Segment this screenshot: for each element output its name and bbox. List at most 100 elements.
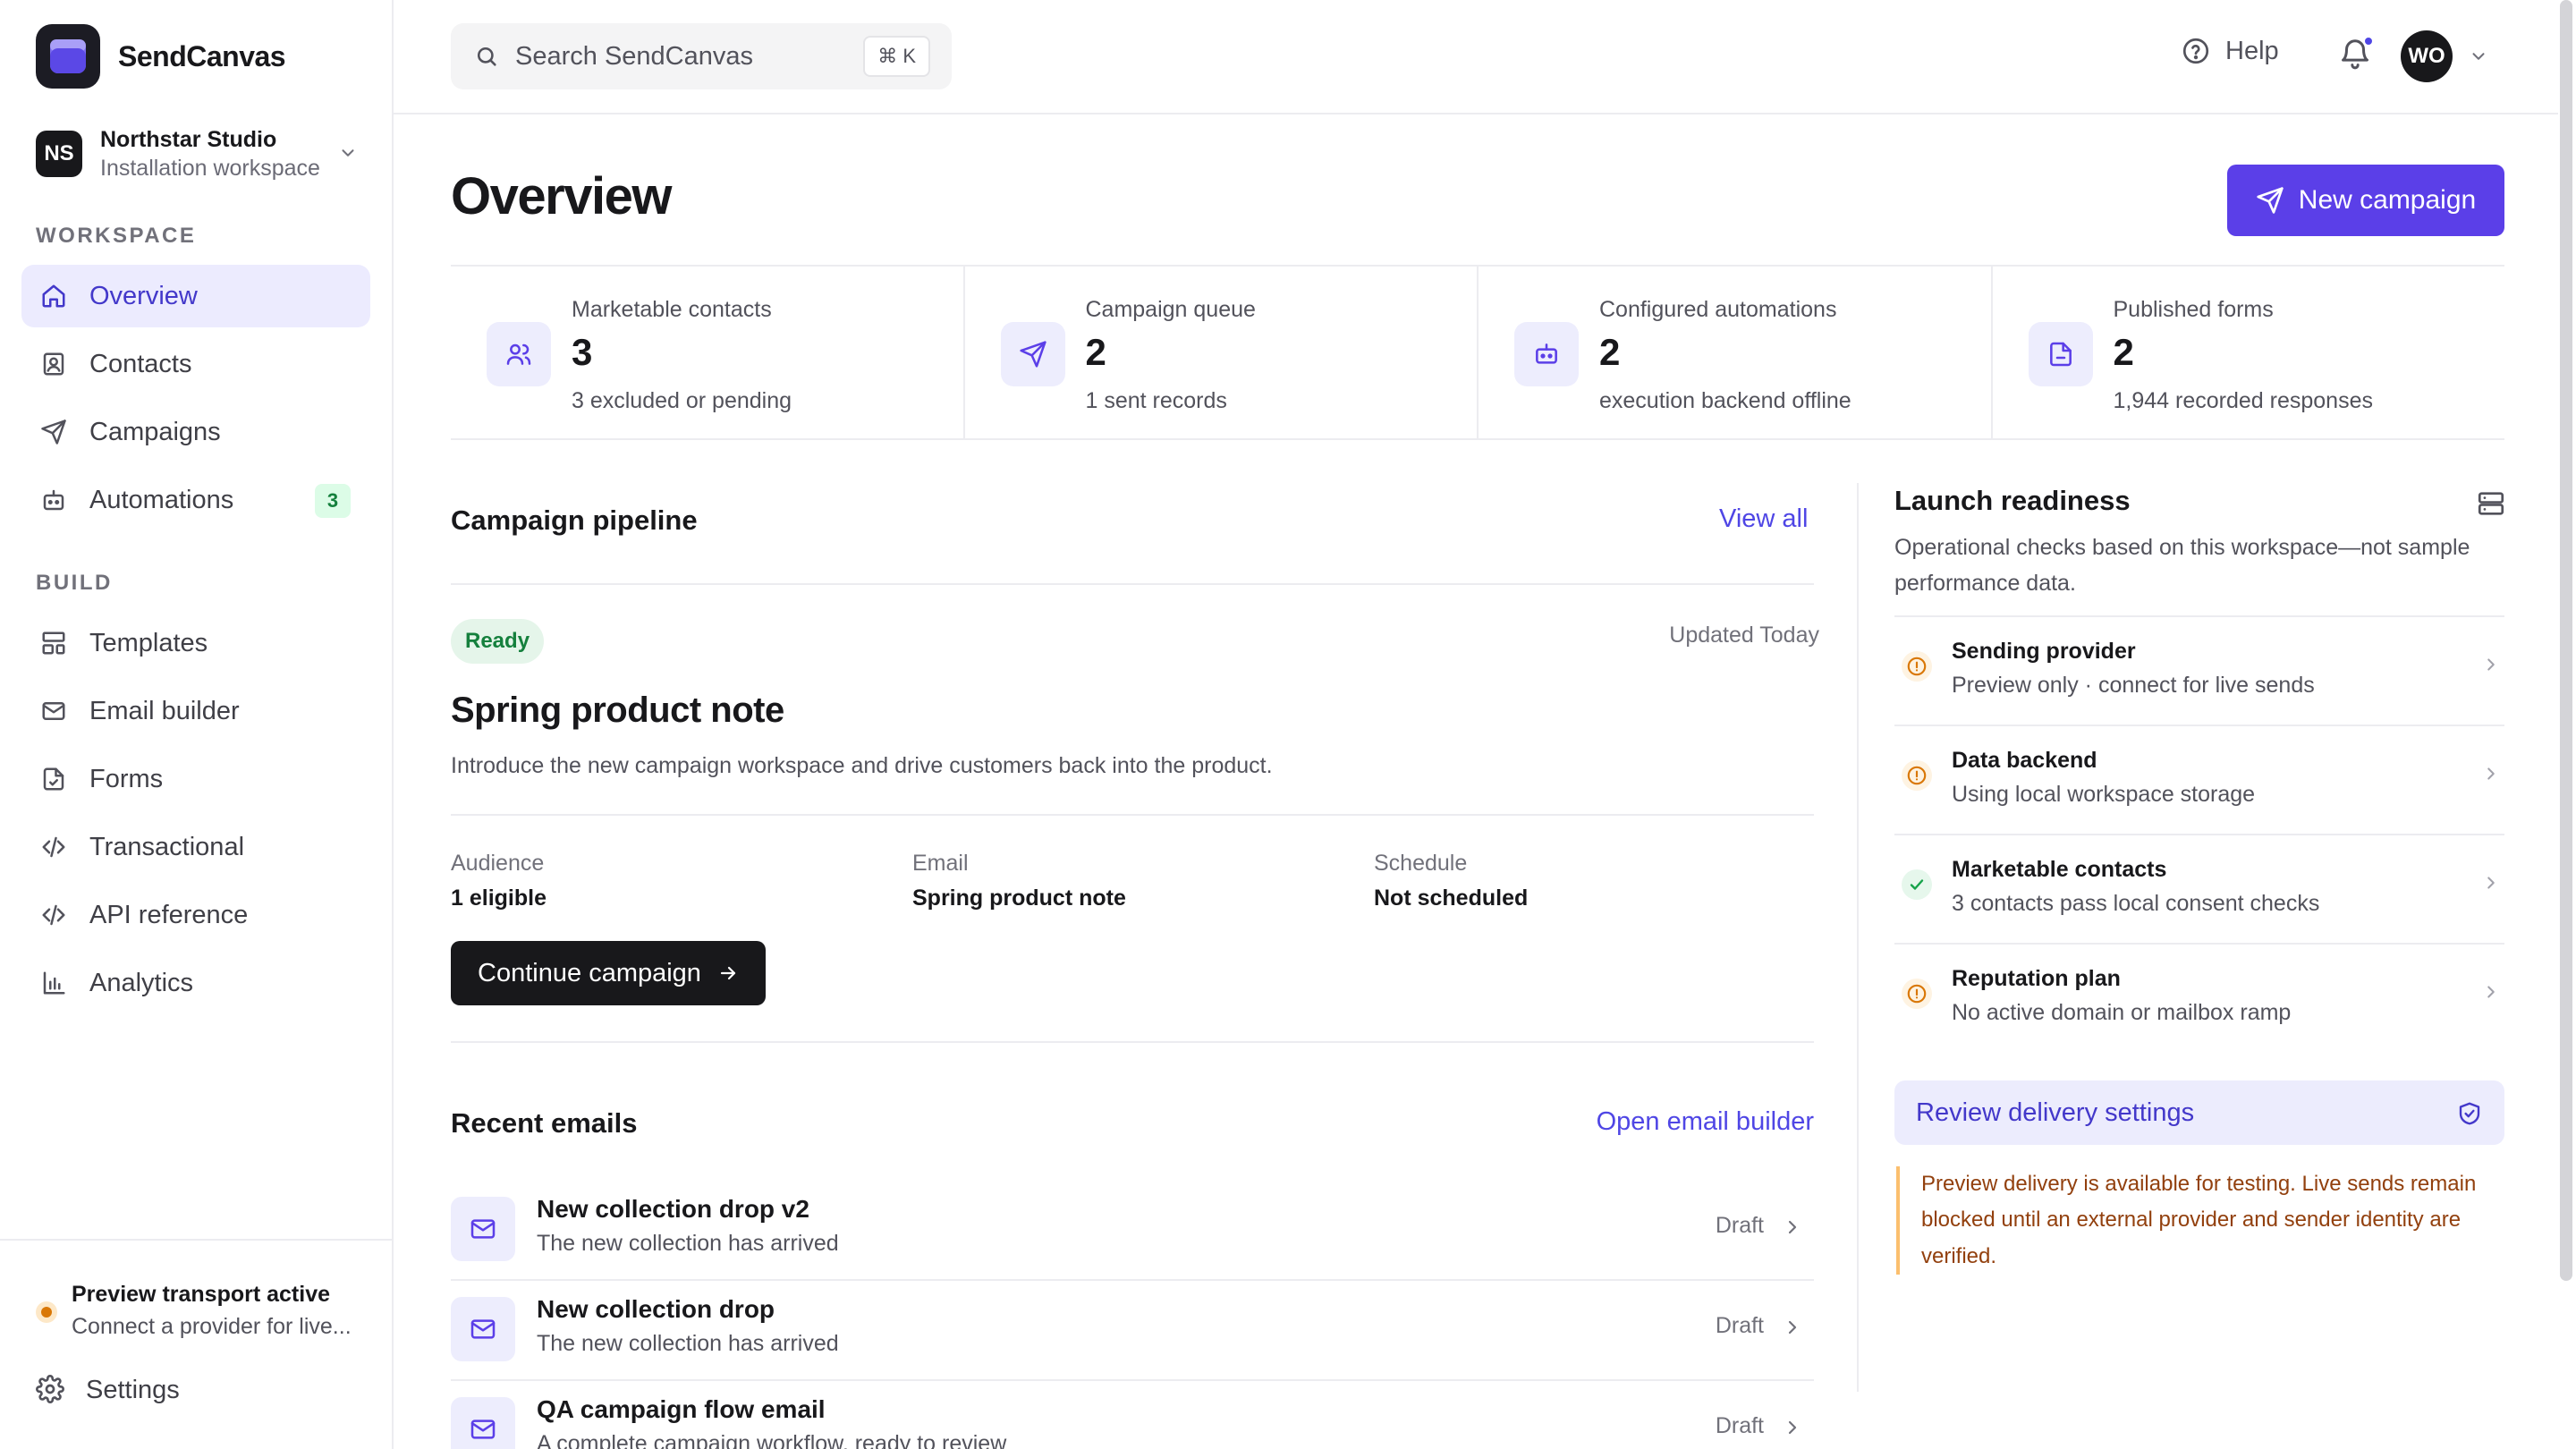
user-menu[interactable]: WO [2401,30,2488,82]
audience-meta: Audience 1 eligible [451,846,547,916]
bar-chart-icon [39,969,68,997]
divider [451,1041,1814,1043]
nav-section-build: BUILD [36,571,113,595]
settings-label: Settings [86,1375,180,1404]
server-icon[interactable] [2476,488,2506,519]
sidebar-item-email-builder[interactable]: Email builder [21,680,370,742]
check-title: Sending provider [1952,639,2136,664]
stat-subtext: 1,944 recorded responses [2113,388,2373,413]
stats-row: Marketable contacts 3 3 excluded or pend… [451,265,2504,440]
help-button[interactable]: Help [2181,36,2279,66]
notification-dot [2363,36,2374,47]
robot-icon [39,486,68,514]
sidebar-item-automations[interactable]: Automations 3 [21,469,370,531]
sidebar-item-forms[interactable]: Forms [21,748,370,810]
chevron-right-icon [1782,1317,1803,1338]
scrollbar[interactable] [2560,0,2572,1281]
workspace-subtitle: Installation workspace [100,156,320,181]
schedule-meta: Schedule Not scheduled [1374,846,1528,916]
stat-value: 2 [2113,331,2134,373]
sendcanvas-logo-icon [36,24,100,89]
warning-circle-icon [1902,651,1932,682]
home-icon [39,282,68,310]
mail-icon [451,1197,515,1261]
check-title: Data backend [1952,748,2097,773]
search-icon [474,44,499,69]
email-title: QA campaign flow email [537,1395,826,1423]
view-all-link[interactable]: View all [1719,504,1808,534]
stat-subtext: 1 sent records [1085,388,1227,413]
new-campaign-button[interactable]: New campaign [2227,165,2504,236]
stat-card: Marketable contacts 3 3 excluded or pend… [451,267,965,438]
email-subtitle: The new collection has arrived [537,1231,839,1256]
sidebar-item-overview[interactable]: Overview [21,265,370,327]
readiness-check-data-backend[interactable]: Data backend Using local workspace stora… [1894,724,2504,834]
readiness-title: Launch readiness [1894,485,2131,516]
help-circle-icon [2181,36,2211,66]
nav-section-workspace: WORKSPACE [36,224,197,248]
workspace-switcher[interactable]: NS Northstar Studio Installation workspa… [36,120,358,188]
email-status: Draft [1715,1213,1764,1238]
code-icon [39,901,68,929]
avatar: WO [2401,30,2453,82]
chevron-right-icon [2481,982,2501,1002]
sidebar-footer: Preview transport active Connect a provi… [0,1239,392,1449]
sidebar-item-label: Contacts [89,349,192,378]
stat-subtext: execution backend offline [1599,388,1852,413]
readiness-check-marketable-contacts[interactable]: Marketable contacts 3 contacts pass loca… [1894,834,2504,943]
sidebar-item-analytics[interactable]: Analytics [21,952,370,1014]
sidebar-item-label: Automations [89,485,234,514]
email-list-item[interactable]: New collection drop The new collection h… [451,1281,1814,1381]
recent-emails-title: Recent emails [451,1107,638,1139]
sidebar-item-templates[interactable]: Templates [21,612,370,674]
sidebar-item-label: Templates [89,628,208,657]
sidebar-item-label: Transactional [89,832,245,861]
transport-title: Preview transport active [72,1282,331,1307]
stat-label: Published forms [2113,297,2274,322]
sidebar-item-label: Campaigns [89,417,221,446]
check-subtitle: No active domain or mailbox ramp [1952,1000,2292,1025]
count-badge: 3 [315,484,351,518]
stat-card: Campaign queue 2 1 sent records [965,267,1479,438]
sidebar-item-transactional[interactable]: Transactional [21,816,370,878]
sidebar: SendCanvas NS Northstar Studio Installat… [0,0,394,1449]
email-subtitle: The new collection has arrived [537,1331,839,1356]
sidebar-item-campaigns[interactable]: Campaigns [21,401,370,463]
sidebar-item-label: API reference [89,900,249,929]
transport-status[interactable]: Preview transport active Connect a provi… [36,1278,352,1343]
sidebar-item-settings[interactable]: Settings [36,1375,180,1405]
email-title: New collection drop v2 [537,1195,809,1223]
keyboard-shortcut: ⌘ K [863,36,930,77]
email-list-item[interactable]: New collection drop v2 The new collectio… [451,1181,1814,1281]
stat-card: Configured automations 2 execution backe… [1479,267,1993,438]
review-delivery-settings-button[interactable]: Review delivery settings [1894,1080,2504,1145]
chevron-right-icon [1782,1417,1803,1438]
meta-value: Spring product note [912,885,1126,911]
brand[interactable]: SendCanvas [36,24,286,89]
open-email-builder-link[interactable]: Open email builder [1596,1107,1814,1137]
sidebar-item-label: Analytics [89,968,194,997]
gear-icon [36,1375,66,1405]
status-dot-icon [36,1301,57,1323]
notifications-button[interactable] [2338,36,2374,72]
send-icon [39,418,68,446]
check-title: Marketable contacts [1952,857,2167,882]
help-label: Help [2225,36,2279,65]
continue-campaign-label: Continue campaign [478,958,701,987]
sidebar-item-contacts[interactable]: Contacts [21,333,370,395]
meta-label: Schedule [1374,851,1468,876]
sidebar-item-api-reference[interactable]: API reference [21,884,370,946]
contacts-icon [39,350,68,378]
column-divider [1857,483,1859,1392]
chevron-down-icon [2469,47,2488,66]
send-icon [2256,186,2284,215]
continue-campaign-button[interactable]: Continue campaign [451,941,766,1005]
email-list-item[interactable]: QA campaign flow email A complete campai… [451,1381,1814,1449]
readiness-check-sending-provider[interactable]: Sending provider Preview only · connect … [1894,615,2504,724]
search-input[interactable]: Search SendCanvas ⌘ K [451,23,952,89]
readiness-check-reputation-plan[interactable]: Reputation plan No active domain or mail… [1894,943,2504,1052]
chevron-right-icon [2481,655,2501,674]
form-icon [39,765,68,793]
chevron-down-icon [338,143,358,163]
app-name: SendCanvas [118,39,286,72]
